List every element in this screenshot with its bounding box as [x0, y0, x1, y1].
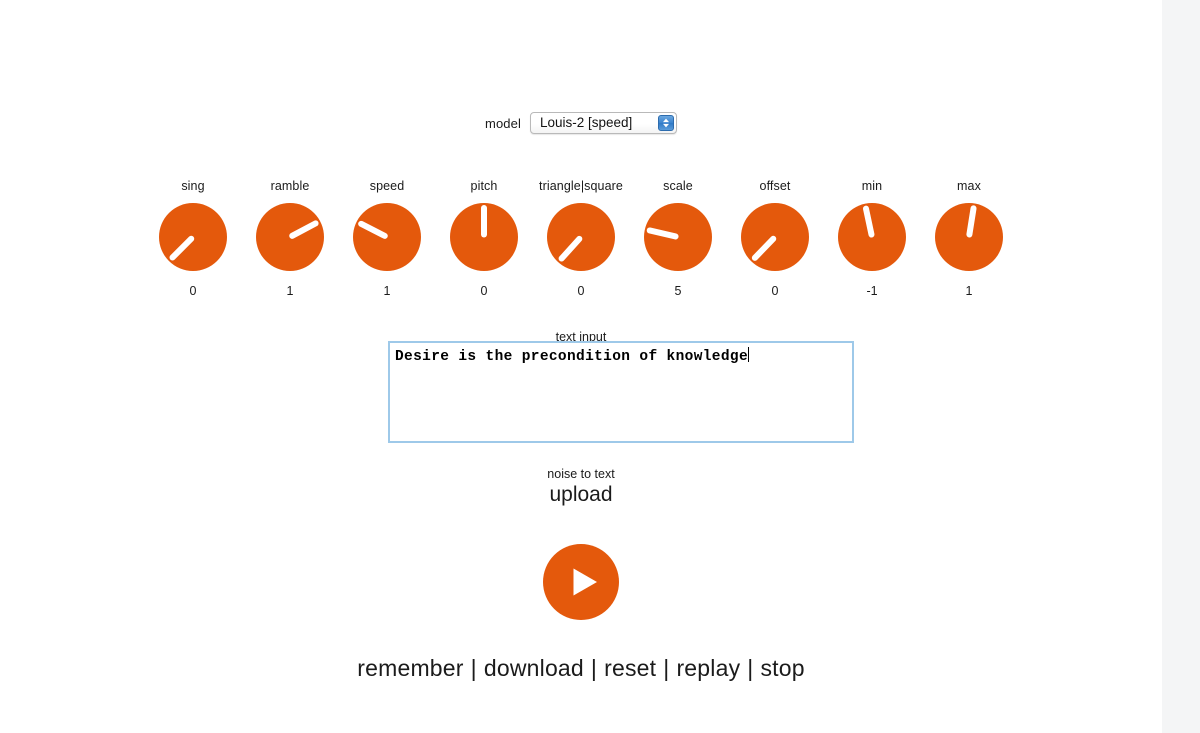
action-replay[interactable]: replay [676, 655, 740, 681]
knob-speed[interactable]: speed 1 [339, 178, 436, 299]
knob-value: -1 [866, 284, 878, 298]
action-stop[interactable]: stop [760, 655, 804, 681]
knob-value: 0 [480, 284, 488, 298]
model-select-value: Louis-2 [speed] [539, 115, 633, 130]
knob-label: offset [759, 179, 791, 193]
text-caret [748, 347, 750, 362]
action-separator: | [590, 655, 598, 681]
text-input-value: Desire is the precondition of knowledge [395, 349, 749, 365]
action-reset[interactable]: reset [604, 655, 656, 681]
noise-to-text-label: noise to text [547, 467, 615, 481]
action-separator: | [663, 655, 670, 681]
action-links: remember | download | reset | replay | stop [0, 655, 1162, 682]
knob-dial[interactable] [450, 203, 518, 271]
knob-dial[interactable] [256, 203, 324, 271]
knob-value: 0 [577, 284, 585, 298]
knob-label: scale [663, 179, 693, 193]
model-label: model [485, 115, 521, 131]
action-download[interactable]: download [484, 655, 584, 681]
knob-label: triangle|square [539, 179, 623, 193]
text-input-inner: Desire is the precondition of knowledge [391, 344, 851, 440]
knob-value: 0 [771, 284, 779, 298]
knob-offset[interactable]: offset 0 [727, 178, 824, 299]
model-select[interactable]: Louis-2 [speed] [529, 112, 677, 134]
knob-value: 1 [965, 284, 973, 298]
knob-dial[interactable] [935, 203, 1003, 271]
knob-dial[interactable] [547, 203, 615, 271]
action-remember[interactable]: remember [357, 655, 463, 681]
knob-dial[interactable] [838, 203, 906, 271]
play-button[interactable] [542, 543, 620, 621]
knob-row: sing 0 ramble 1 speed 1 pitch 0 triangle|square 0… [0, 178, 1162, 299]
knob-scale[interactable]: scale 5 [630, 178, 727, 299]
upload-button[interactable]: upload [0, 483, 1162, 507]
knob-dial[interactable] [741, 203, 809, 271]
knob-value: 5 [674, 284, 682, 298]
knob-dial[interactable] [353, 203, 421, 271]
action-separator: | [747, 655, 754, 681]
knob-pitch[interactable]: pitch 0 [436, 178, 533, 299]
knob-triangle-square[interactable]: triangle|square 0 [533, 178, 630, 299]
knob-label: max [957, 179, 981, 193]
knob-label: min [861, 179, 883, 193]
knob-value: 0 [189, 284, 197, 298]
knob-value: 1 [383, 284, 391, 298]
knob-sing[interactable]: sing 0 [145, 178, 242, 299]
knob-label: pitch [470, 179, 498, 193]
knob-label: speed [369, 179, 405, 193]
knob-ramble[interactable]: ramble 1 [242, 178, 339, 299]
knob-label: ramble [270, 179, 310, 193]
model-selector-row: model Louis-2 [speed] [0, 112, 1162, 134]
app-page: model Louis-2 [speed] sing 0 ramble 1 speed 1… [0, 0, 1162, 733]
knob-min[interactable]: min -1 [824, 178, 921, 299]
knob-dial[interactable] [159, 203, 227, 271]
knob-max[interactable]: max 1 [921, 178, 1018, 299]
action-separator: | [470, 655, 477, 681]
chevron-up-down-icon[interactable] [657, 115, 674, 131]
knob-dial[interactable] [644, 203, 712, 271]
transport-row [0, 543, 1162, 621]
knob-value: 1 [286, 284, 294, 298]
text-input[interactable]: Desire is the precondition of knowledge [388, 341, 854, 443]
knob-label: sing [181, 179, 205, 193]
